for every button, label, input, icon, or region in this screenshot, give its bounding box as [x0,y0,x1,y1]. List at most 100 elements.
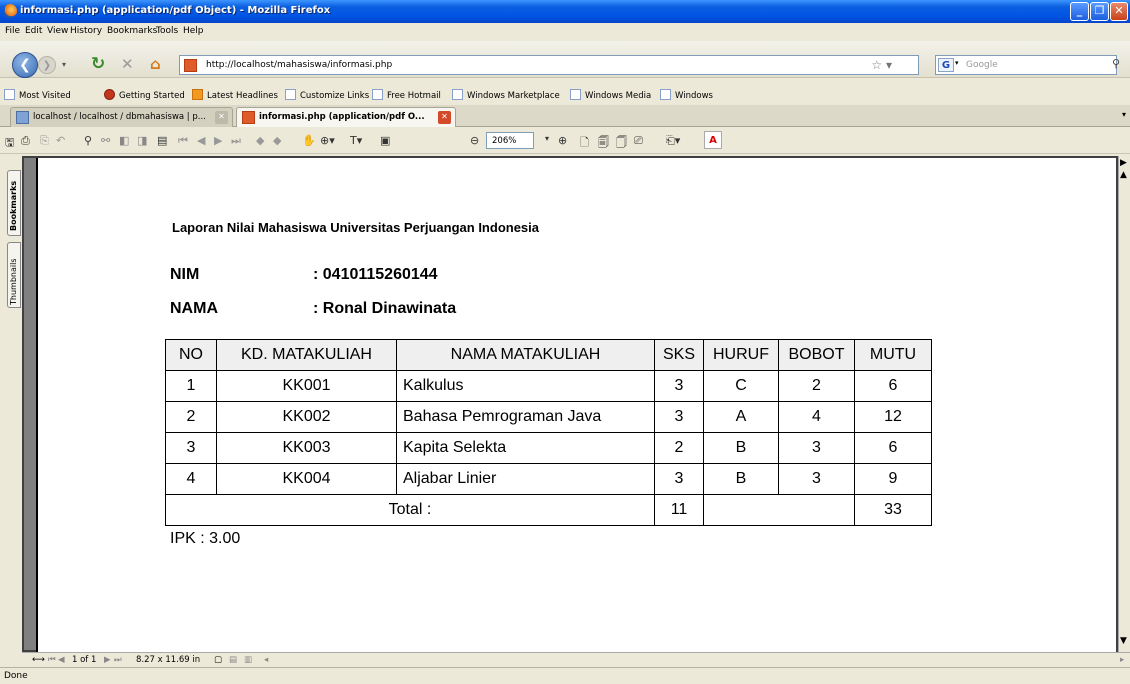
column-header-no: NO [165,339,217,371]
bookmark-windows[interactable]: Windows [660,89,713,101]
scroll-left-icon[interactable]: ◂ [264,655,268,665]
search-box[interactable]: G ▾ Google [935,55,1117,75]
page-icon [452,89,463,100]
search-doc-icon[interactable]: ⚯ [101,134,110,147]
page-icon [570,89,581,100]
bookmark-getting-started[interactable]: Getting Started [104,89,185,101]
page-size: 8.27 x 11.69 in [136,655,201,665]
page-icon [372,89,383,100]
bookmark-most-visited[interactable]: Most Visited [4,89,71,101]
scroll-up-icon[interactable]: ▲ [1120,170,1127,180]
zoom-level-input[interactable]: 206% [486,132,534,149]
bookmark-latest-headlines[interactable]: Latest Headlines [192,89,278,101]
bookmark-customize-links[interactable]: Customize Links [285,89,369,101]
search-engine-dropdown-icon[interactable]: ▾ [955,59,959,67]
reload-icon[interactable]: ↻ [91,54,105,74]
text-select-icon[interactable]: T▾ [350,134,362,147]
column-header-huruf: HURUF [703,339,779,371]
single-page-icon[interactable]: ▢ [214,655,222,665]
menu-history[interactable]: History [70,26,102,36]
tab-phpmyadmin[interactable]: localhost / localhost / dbmahasiswa | p.… [10,107,233,127]
last-page-icon[interactable]: ⏭ [231,134,241,148]
zoom-out-icon[interactable]: ⊖ [470,134,479,147]
window-title: informasi.php (application/pdf Object) -… [20,5,331,16]
menu-bookmarks[interactable]: Bookmarks [107,26,157,36]
bookmark-free-hotmail[interactable]: Free Hotmail [372,89,441,101]
menu-help[interactable]: Help [183,26,204,36]
forward-button[interactable]: ❯ [38,56,56,74]
hand-tool-icon[interactable]: ✋ [302,134,316,147]
tab-list-icon[interactable]: ▾ [1122,110,1126,119]
tab-informasi-pdf[interactable]: informasi.php (application/pdf O... ✕ [236,107,456,127]
page-icon [660,89,671,100]
previous-view-arrow-icon[interactable]: ◆ [256,134,264,147]
table-row: 3 KK003 Kapita Selekta 2 B 3 6 [165,432,932,464]
next-view-arrow-icon[interactable]: ◆ [273,134,281,147]
first-page-small-icon[interactable]: ⏮ [48,655,56,665]
pdf-status-bar: ⟷ ⏮ ◀ 1 of 1 ▶ ⏭ 8.27 x 11.69 in ▢ ▤ ▥ ◂… [22,652,1130,667]
menu-tools[interactable]: Tools [156,26,178,36]
next-view-icon[interactable]: ◨ [137,134,147,147]
stop-icon[interactable]: ✕ [121,55,134,73]
prev-page-icon[interactable]: ◀ [197,134,205,147]
history-dropdown-icon[interactable]: ▾ [62,60,66,69]
total-empty-cell [703,494,855,526]
nim-label: NIM [170,266,200,283]
maximize-button[interactable]: ❐ [1090,2,1109,21]
page-indicator[interactable]: 1 of 1 [72,655,96,665]
save-icon[interactable]: 🖫 [5,134,14,153]
bookmark-windows-marketplace[interactable]: Windows Marketplace [452,89,560,101]
minimize-button[interactable]: _ [1070,2,1089,21]
nama-value: : Ronal Dinawinata [313,300,457,317]
search-icon[interactable]: ⚲ [1112,57,1120,70]
prev-page-small-icon[interactable]: ◀ [58,655,65,665]
total-mutu: 33 [854,494,932,526]
total-row: Total : 11 33 [165,494,932,526]
tab-close-icon[interactable]: ✕ [215,111,228,124]
first-page-icon[interactable]: ⏮ [178,134,188,148]
back-button[interactable]: ❮ [12,52,38,78]
fit-width-icon[interactable]: 🗍 [616,134,627,153]
next-page-icon[interactable]: ▶ [214,134,222,147]
vertical-scrollbar[interactable]: ▶ ▲ ▼ [1118,156,1130,652]
zoom-tool-icon[interactable]: ⊕▾ [320,134,335,147]
adobe-icon[interactable]: A [704,131,722,149]
table-row: 2 KK002 Bahasa Pemrograman Java 3 A 4 12 [165,401,932,433]
firefox-icon [3,4,17,18]
scroll-right-icon[interactable]: ▸ [1120,655,1124,665]
find-icon[interactable]: ⚲ [84,134,92,147]
bookmark-star-icon[interactable]: ☆ ▾ [871,58,892,72]
pages-icon[interactable]: ▤ [157,134,167,147]
facing-icon[interactable]: ▥ [244,655,252,665]
continuous-icon[interactable]: ▤ [229,655,237,665]
close-button[interactable]: ✕ [1110,2,1128,21]
page-display-icon[interactable]: ⎗▾ [666,134,680,148]
fit-page-icon[interactable]: 🗐 [598,134,609,153]
scroll-down-icon[interactable]: ▼ [1120,636,1127,646]
print-icon[interactable]: ⎙ [21,134,30,148]
rotate-icon[interactable]: ⎚ [634,134,643,148]
snapshot-icon[interactable]: ▣ [380,134,390,147]
actual-size-icon[interactable]: 🗋 [580,134,589,153]
thumbnails-panel-tab[interactable]: Thumbnails [7,242,21,308]
menu-file[interactable]: File [5,26,20,36]
title-bar[interactable]: informasi.php (application/pdf Object) -… [0,0,1130,23]
last-page-small-icon[interactable]: ⏭ [114,655,122,665]
address-bar[interactable]: http://localhost/mahasiswa/informasi.php… [179,55,919,75]
total-label: Total : [165,494,655,526]
menu-edit[interactable]: Edit [25,26,42,36]
bookmarks-panel-tab[interactable]: Bookmarks [7,170,21,236]
tab-close-icon[interactable]: ✕ [438,111,451,124]
prev-view-icon[interactable]: ◧ [119,134,129,147]
copy-icon[interactable]: ⎘ [40,134,49,148]
split-arrow-icon[interactable]: ▶ [1120,158,1127,168]
google-icon[interactable]: G [938,58,954,72]
zoom-in-icon[interactable]: ⊕ [558,134,567,147]
bookmark-windows-media[interactable]: Windows Media [570,89,651,101]
undo-icon[interactable]: ↶ [56,134,65,147]
page-nav-toggle-icon[interactable]: ⟷ [32,655,45,665]
menu-view[interactable]: View [47,26,68,36]
next-page-small-icon[interactable]: ▶ [104,655,111,665]
zoom-dropdown-icon[interactable]: ▾ [545,134,549,143]
home-icon[interactable]: ⌂ [150,55,161,73]
